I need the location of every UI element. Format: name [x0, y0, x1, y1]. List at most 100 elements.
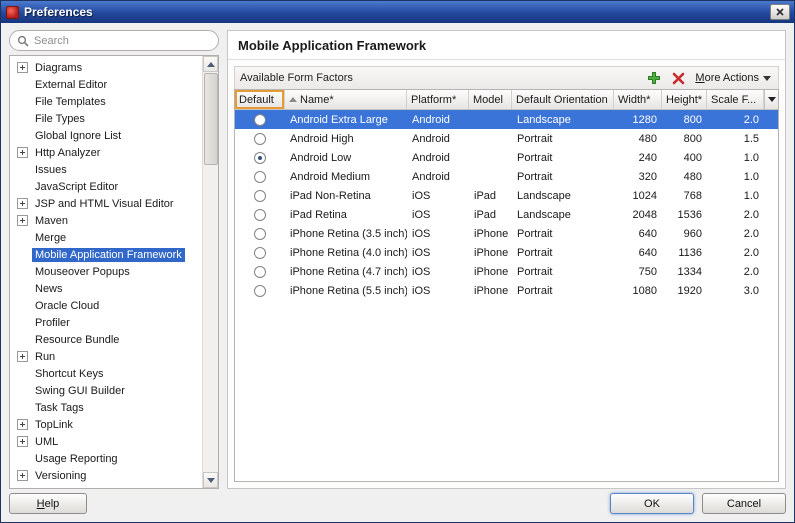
- cell-width: 320: [638, 170, 657, 183]
- tree-item[interactable]: File Types: [10, 110, 218, 127]
- expand-icon[interactable]: [17, 147, 28, 158]
- cell-default: [235, 246, 285, 259]
- expand-icon[interactable]: [17, 198, 28, 209]
- column-header[interactable]: Default Orientation: [512, 90, 614, 109]
- search-input[interactable]: Search: [9, 30, 219, 51]
- column-header[interactable]: Model: [469, 90, 512, 109]
- table-row[interactable]: iPhone Retina (3.5 inch) iOS iPhone Portrai…: [235, 224, 778, 243]
- table-row[interactable]: Android Medium Android Portrait 320 480 1.0: [235, 167, 778, 186]
- tree-item[interactable]: External Editor: [10, 76, 218, 93]
- expand-icon[interactable]: [17, 62, 28, 73]
- column-header[interactable]: Width*: [614, 90, 662, 109]
- scroll-down-button[interactable]: [203, 472, 218, 488]
- cell-scale: 1.0: [743, 170, 759, 183]
- table-row[interactable]: iPhone Retina (5.5 inch) iOS iPhone Portrai…: [235, 281, 778, 300]
- default-radio[interactable]: [254, 151, 266, 164]
- add-form-factor-button[interactable]: [645, 69, 663, 87]
- table-row[interactable]: iPhone Retina (4.0 inch) iOS iPhone Portrai…: [235, 243, 778, 262]
- cell-scale: 2.0: [743, 208, 759, 221]
- tree-item[interactable]: JavaScript Editor: [10, 178, 218, 195]
- cell-height: 800: [683, 113, 702, 126]
- table-row[interactable]: Android Extra Large Android Landscape 1280 8…: [235, 110, 778, 129]
- default-radio[interactable]: [254, 132, 266, 145]
- cell-width: 480: [638, 132, 657, 145]
- column-header[interactable]: Name*: [285, 90, 407, 109]
- tree-item[interactable]: Swing GUI Builder: [10, 382, 218, 399]
- column-header[interactable]: Scale F...: [707, 90, 764, 109]
- cell-orientation: Landscape: [517, 189, 571, 202]
- tree-item[interactable]: Resource Bundle: [10, 331, 218, 348]
- cell-default: [235, 208, 285, 221]
- scrollbar-thumb[interactable]: [204, 73, 218, 165]
- table-row[interactable]: iPad Retina iOS iPad Landscape 2048 1536 2.0: [235, 205, 778, 224]
- expand-icon[interactable]: [17, 351, 28, 362]
- tree-item[interactable]: Mobile Application Framework: [10, 246, 218, 263]
- ok-button[interactable]: OK: [610, 493, 694, 514]
- tree-item[interactable]: JSP and HTML Visual Editor: [10, 195, 218, 212]
- tree-item[interactable]: Merge: [10, 229, 218, 246]
- tree-item[interactable]: Run: [10, 348, 218, 365]
- default-radio[interactable]: [254, 246, 266, 259]
- cell-height: 768: [683, 189, 702, 202]
- table-row[interactable]: iPad Non-Retina iOS iPad Landscape 1024 768 1.…: [235, 186, 778, 205]
- default-radio[interactable]: [254, 227, 266, 240]
- cell-default: [235, 284, 285, 297]
- tree-item-label: Merge: [35, 231, 67, 244]
- table-row[interactable]: Android High Android Portrait 480 800 1.5: [235, 129, 778, 148]
- table-row[interactable]: Android Low Android Portrait 240 400 1.0: [235, 148, 778, 167]
- scroll-up-button[interactable]: [203, 56, 218, 72]
- tree-item[interactable]: Diagrams: [10, 59, 218, 76]
- default-radio[interactable]: [254, 189, 266, 202]
- table-row[interactable]: iPhone Retina (4.7 inch) iOS iPhone Portrai…: [235, 262, 778, 281]
- default-radio[interactable]: [254, 284, 266, 297]
- title-bar[interactable]: Preferences: [1, 1, 794, 23]
- tree-item[interactable]: Task Tags: [10, 399, 218, 416]
- cancel-button[interactable]: Cancel: [702, 493, 786, 514]
- expand-icon[interactable]: [17, 215, 28, 226]
- tree-item-label: Mouseover Popups: [35, 265, 130, 278]
- column-header-label: Default Orientation: [516, 93, 608, 106]
- tree-item[interactable]: Mouseover Popups: [10, 263, 218, 280]
- cell-model: iPad: [474, 189, 497, 202]
- column-selector-button[interactable]: [764, 90, 778, 109]
- column-header[interactable]: Height*: [662, 90, 707, 109]
- delete-form-factor-button[interactable]: [669, 69, 687, 87]
- tree-item[interactable]: Versioning: [10, 467, 218, 484]
- close-button[interactable]: [770, 4, 790, 20]
- expand-icon[interactable]: [17, 419, 28, 430]
- tree-item-label: TopLink: [35, 418, 73, 431]
- table-header: Default Name* Platform* Model Default Orient…: [235, 90, 778, 110]
- tree-item[interactable]: UML: [10, 433, 218, 450]
- tree-item[interactable]: File Templates: [10, 93, 218, 110]
- tree-item[interactable]: Profiler: [10, 314, 218, 331]
- cell-width: 640: [638, 246, 657, 259]
- cell-name: Android Medium: [290, 170, 371, 183]
- default-radio[interactable]: [254, 208, 266, 221]
- more-actions-button[interactable]: More Actions: [693, 72, 773, 84]
- tree-item[interactable]: Oracle Cloud: [10, 297, 218, 314]
- tree-item[interactable]: News: [10, 280, 218, 297]
- tree-item[interactable]: Http Analyzer: [10, 144, 218, 161]
- tree-scrollbar[interactable]: [202, 56, 218, 488]
- tree-item[interactable]: Issues: [10, 161, 218, 178]
- cell-height: 800: [683, 132, 702, 145]
- tree-item-label: Global Ignore List: [35, 129, 122, 142]
- default-radio[interactable]: [254, 113, 266, 126]
- cell-platform: iOS: [412, 246, 431, 259]
- cell-default: [235, 227, 285, 240]
- default-radio[interactable]: [254, 170, 266, 183]
- tree-item-label: Issues: [35, 163, 67, 176]
- tree-item[interactable]: Shortcut Keys: [10, 365, 218, 382]
- tree-item-label: Profiler: [35, 316, 70, 329]
- tree-item[interactable]: Global Ignore List: [10, 127, 218, 144]
- expand-icon[interactable]: [17, 470, 28, 481]
- help-button[interactable]: Help: [9, 493, 87, 514]
- column-header[interactable]: Default: [235, 90, 285, 109]
- column-header[interactable]: Platform*: [407, 90, 469, 109]
- tree-item[interactable]: Maven: [10, 212, 218, 229]
- default-radio[interactable]: [254, 265, 266, 278]
- tree-item[interactable]: Usage Reporting: [10, 450, 218, 467]
- expand-icon[interactable]: [17, 436, 28, 447]
- tree-item[interactable]: TopLink: [10, 416, 218, 433]
